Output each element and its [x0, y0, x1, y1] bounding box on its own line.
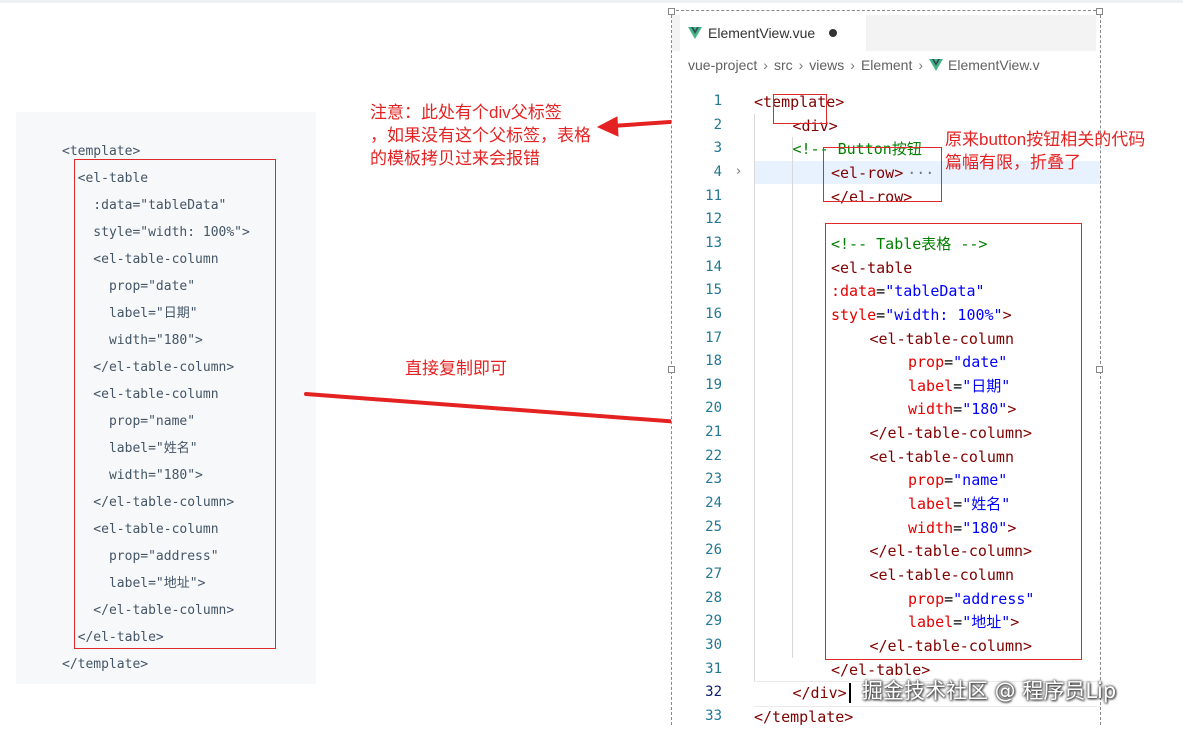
vue-icon — [929, 59, 943, 71]
resize-handle[interactable] — [1096, 366, 1103, 373]
watermark: 掘金技术社区 @ 程序员Lip — [862, 679, 1117, 703]
line-number: 26 — [705, 542, 722, 559]
line-number: 11 — [705, 187, 722, 204]
line-number: 3 — [713, 140, 722, 157]
indent-guide — [754, 113, 755, 682]
line-number: 24 — [705, 495, 722, 512]
line-number: 16 — [705, 305, 722, 322]
line-number: 1 — [713, 93, 722, 109]
breadcrumb-item[interactable]: views — [809, 57, 844, 73]
line-number: 4 — [713, 163, 722, 180]
line-number: 30 — [705, 636, 722, 653]
code-line[interactable]: </template> — [754, 705, 853, 729]
line-number: 28 — [705, 589, 722, 606]
line-number: 29 — [705, 613, 722, 630]
line-number: 17 — [705, 329, 722, 346]
tab-label: ElementView.vue — [708, 25, 816, 41]
text-cursor — [848, 683, 851, 704]
editor-tab-elementview[interactable]: ElementView.vue — [680, 15, 866, 51]
line-number: 27 — [705, 566, 722, 582]
line-number: 21 — [705, 424, 722, 441]
code-tag: </template> — [754, 707, 854, 726]
resize-handle[interactable] — [668, 366, 675, 373]
div-highlight-box — [773, 94, 827, 124]
arrow-to-div-note-head — [596, 116, 619, 137]
chevron-right-icon: › — [763, 57, 768, 73]
line-number: 2 — [713, 116, 722, 133]
breadcrumb-item[interactable]: ElementView.v — [948, 57, 1040, 73]
line-number: 31 — [705, 660, 722, 677]
line-number: 20 — [705, 400, 722, 417]
chevron-right-icon: › — [798, 57, 804, 73]
breadcrumb-item[interactable]: Element — [861, 57, 912, 73]
breadcrumb-item[interactable]: src — [774, 57, 793, 73]
line-number: 33 — [705, 707, 722, 724]
line-number: 18 — [705, 353, 722, 370]
chevron-right-icon: › — [918, 57, 923, 73]
line-number: 25 — [705, 518, 722, 535]
breadcrumb: vue-project › src › views › Element › El… — [688, 57, 1100, 73]
el-row-highlight-box — [823, 147, 942, 202]
table-highlight-box — [825, 223, 1082, 660]
chevron-right-icon: › — [850, 57, 855, 73]
resize-handle[interactable] — [1096, 8, 1103, 15]
vue-icon — [688, 27, 702, 39]
line-number: 22 — [705, 447, 722, 464]
unsaved-dot-icon[interactable] — [829, 29, 838, 37]
line-number: 19 — [705, 376, 722, 393]
line-number: 12 — [705, 211, 722, 228]
fold-note: 原来button按钮相关的代码 篇幅有限，折叠了 — [945, 130, 1146, 172]
line-number: 15 — [705, 282, 722, 299]
line-number: 32 — [705, 684, 722, 701]
line-number: 13 — [705, 234, 722, 251]
breadcrumb-item[interactable]: vue-project — [688, 57, 757, 73]
fold-expand-icon[interactable]: › — [736, 164, 741, 179]
code-tag: </div> — [792, 684, 847, 703]
line-number: 14 — [705, 258, 722, 275]
line-number: 23 — [705, 471, 722, 488]
editor-tab-bar: ElementView.vue — [672, 15, 1096, 51]
code-line[interactable]: </div> — [793, 681, 847, 705]
resize-handle[interactable] — [668, 8, 675, 15]
indent-guide — [792, 137, 793, 658]
